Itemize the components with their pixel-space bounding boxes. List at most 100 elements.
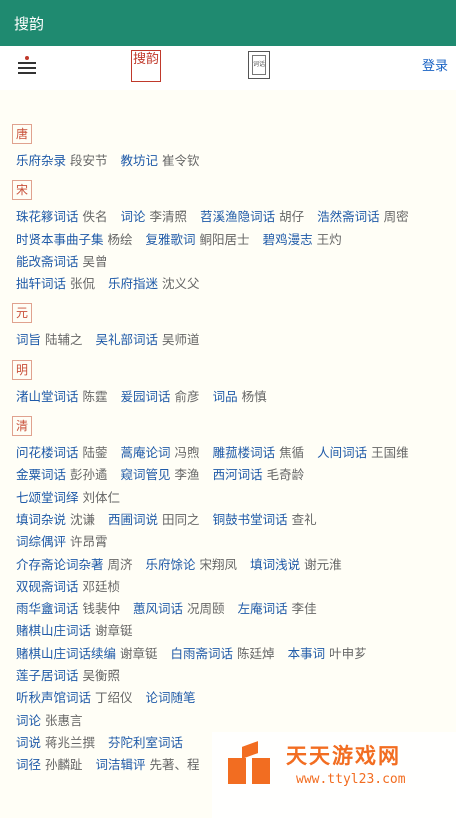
book-entry[interactable]: 词旨 陆辅之 — [16, 329, 83, 351]
book-entry[interactable]: 词洁辑评 先著、程 — [96, 754, 200, 776]
book-title-link[interactable]: 碧鸡漫志 — [263, 232, 313, 247]
book-entry[interactable]: 词说 蒋兆兰撰 — [16, 732, 95, 754]
book-entry[interactable]: 填词杂说 沈谦 — [16, 509, 95, 531]
book-title-link[interactable]: 珠花簃词话 — [16, 209, 79, 224]
book-title-link[interactable]: 乐府杂录 — [16, 153, 66, 168]
book-title-link[interactable]: 论词随笔 — [146, 690, 196, 705]
book-title-link[interactable]: 听秋声馆词话 — [16, 690, 91, 705]
book-entry[interactable]: 乐府馀论 宋翔凤 — [146, 554, 238, 576]
book-title-link[interactable]: 西河词话 — [213, 467, 263, 482]
book-title-link[interactable]: 词论 — [16, 713, 41, 728]
book-title-link[interactable]: 人间词话 — [317, 445, 367, 460]
book-title-link[interactable]: 吴礼部词话 — [96, 332, 159, 347]
book-title-link[interactable]: 渚山堂词话 — [16, 389, 79, 404]
book-entry[interactable]: 渚山堂词话 陈霆 — [16, 386, 108, 408]
book-title-link[interactable]: 词论 — [121, 209, 146, 224]
book-title-link[interactable]: 金粟词话 — [16, 467, 66, 482]
book-title-link[interactable]: 词综偶评 — [16, 534, 66, 549]
book-title-link[interactable]: 填词浅说 — [250, 557, 300, 572]
book-entry[interactable]: 介存斋论词杂著 周济 — [16, 554, 133, 576]
book-entry[interactable]: 乐府杂录 段安节 — [16, 150, 108, 172]
book-entry[interactable]: 词径 孙麟趾 — [16, 754, 83, 776]
book-entry[interactable]: 赌棋山庄词话续编 谢章铤 — [16, 643, 158, 665]
book-entry[interactable]: 左庵词话 李佳 — [238, 598, 317, 620]
book-title-link[interactable]: 本事词 — [288, 646, 326, 661]
book-title-link[interactable]: 雨华盦词话 — [16, 601, 79, 616]
book-title-link[interactable]: 乐府馀论 — [146, 557, 196, 572]
menu-icon[interactable] — [18, 56, 36, 74]
book-entry[interactable]: 芬陀利室词话 — [108, 732, 187, 754]
book-title-link[interactable]: 浩然斋词话 — [317, 209, 380, 224]
book-entry[interactable]: 词论 张惠言 — [16, 710, 83, 732]
book-entry[interactable]: 苕溪渔隐词话 胡仔 — [200, 206, 304, 228]
book-entry[interactable]: 雕菰楼词话 焦循 — [213, 442, 305, 464]
book-entry[interactable]: 七颂堂词绎 刘体仁 — [16, 487, 120, 509]
book-entry[interactable]: 时贤本事曲子集 杨绘 — [16, 229, 133, 251]
book-title-link[interactable]: 词说 — [16, 735, 41, 750]
book-icon[interactable]: 词话 — [248, 51, 270, 79]
book-entry[interactable]: 词品 杨慎 — [213, 386, 267, 408]
book-title-link[interactable]: 爰园词话 — [121, 389, 171, 404]
book-title-link[interactable]: 赌棋山庄词话续编 — [16, 646, 116, 661]
book-title-link[interactable]: 雕菰楼词话 — [213, 445, 276, 460]
book-title-link[interactable]: 白雨斋词话 — [171, 646, 234, 661]
book-entry[interactable]: 窥词管见 李渔 — [121, 464, 200, 486]
book-title-link[interactable]: 乐府指迷 — [108, 276, 158, 291]
book-entry[interactable]: 听秋声馆词话 丁绍仪 — [16, 687, 133, 709]
book-entry[interactable]: 爰园词话 俞彦 — [121, 386, 200, 408]
book-title-link[interactable]: 词旨 — [16, 332, 41, 347]
book-title-link[interactable]: 介存斋论词杂著 — [16, 557, 104, 572]
book-title-link[interactable]: 莲子居词话 — [16, 668, 79, 683]
book-entry[interactable]: 浩然斋词话 周密 — [317, 206, 409, 228]
book-entry[interactable]: 西圃词说 田同之 — [108, 509, 200, 531]
book-title-link[interactable]: 填词杂说 — [16, 512, 66, 527]
book-entry[interactable]: 金粟词话 彭孙遹 — [16, 464, 108, 486]
book-entry[interactable]: 教坊记 崔令钦 — [121, 150, 200, 172]
book-entry[interactable]: 赌棋山庄词话 谢章铤 — [16, 620, 133, 642]
book-title-link[interactable]: 苕溪渔隐词话 — [200, 209, 275, 224]
book-entry[interactable]: 本事词 叶申芗 — [288, 643, 367, 665]
book-title-link[interactable]: 时贤本事曲子集 — [16, 232, 104, 247]
book-title-link[interactable]: 芬陀利室词话 — [108, 735, 183, 750]
book-entry[interactable]: 雨华盦词话 钱裴仲 — [16, 598, 120, 620]
book-title-link[interactable]: 蕙风词话 — [133, 601, 183, 616]
book-title-link[interactable]: 词洁辑评 — [96, 757, 146, 772]
login-link[interactable]: 登录 — [422, 55, 448, 74]
book-entry[interactable]: 拙轩词话 张侃 — [16, 273, 95, 295]
book-entry[interactable]: 白雨斋词话 陈廷焯 — [171, 643, 275, 665]
book-entry[interactable]: 珠花簃词话 佚名 — [16, 206, 108, 228]
book-entry[interactable]: 论词随笔 — [146, 687, 200, 709]
book-entry[interactable]: 问花楼词话 陆蓥 — [16, 442, 108, 464]
book-entry[interactable]: 复雅歌词 鲖阳居士 — [146, 229, 250, 251]
book-entry[interactable]: 蒿庵论词 冯煦 — [121, 442, 200, 464]
book-entry[interactable]: 双砚斋词话 邓廷桢 — [16, 576, 120, 598]
book-entry[interactable]: 西河词话 毛奇龄 — [213, 464, 305, 486]
book-entry[interactable]: 词综偶评 许昂霄 — [16, 531, 108, 553]
book-entry[interactable]: 莲子居词话 吴衡照 — [16, 665, 120, 687]
book-title-link[interactable]: 双砚斋词话 — [16, 579, 79, 594]
book-title-link[interactable]: 教坊记 — [121, 153, 159, 168]
book-title-link[interactable]: 左庵词话 — [238, 601, 288, 616]
book-entry[interactable]: 乐府指迷 沈义父 — [108, 273, 200, 295]
book-title-link[interactable]: 词径 — [16, 757, 41, 772]
book-title-link[interactable]: 蒿庵论词 — [121, 445, 171, 460]
book-title-link[interactable]: 复雅歌词 — [146, 232, 196, 247]
book-entry[interactable]: 碧鸡漫志 王灼 — [263, 229, 342, 251]
book-title-link[interactable]: 能改斋词话 — [16, 254, 79, 269]
book-entry[interactable]: 能改斋词话 吴曾 — [16, 251, 108, 273]
book-entry[interactable]: 人间词话 王国维 — [317, 442, 409, 464]
book-entry[interactable]: 词论 李清照 — [121, 206, 188, 228]
book-title-link[interactable]: 西圃词说 — [108, 512, 158, 527]
book-title-link[interactable]: 赌棋山庄词话 — [16, 623, 91, 638]
book-title-link[interactable]: 拙轩词话 — [16, 276, 66, 291]
book-entry[interactable]: 铜鼓书堂词话 查礼 — [213, 509, 317, 531]
book-title-link[interactable]: 窥词管见 — [121, 467, 171, 482]
book-entry[interactable]: 蕙风词话 况周颐 — [133, 598, 225, 620]
book-entry[interactable]: 吴礼部词话 吴师道 — [96, 329, 200, 351]
seal-logo[interactable]: 搜韵 — [131, 50, 161, 82]
book-title-link[interactable]: 七颂堂词绎 — [16, 490, 79, 505]
book-title-link[interactable]: 铜鼓书堂词话 — [213, 512, 288, 527]
book-entry[interactable]: 填词浅说 谢元淮 — [250, 554, 342, 576]
book-title-link[interactable]: 问花楼词话 — [16, 445, 79, 460]
book-title-link[interactable]: 词品 — [213, 389, 238, 404]
